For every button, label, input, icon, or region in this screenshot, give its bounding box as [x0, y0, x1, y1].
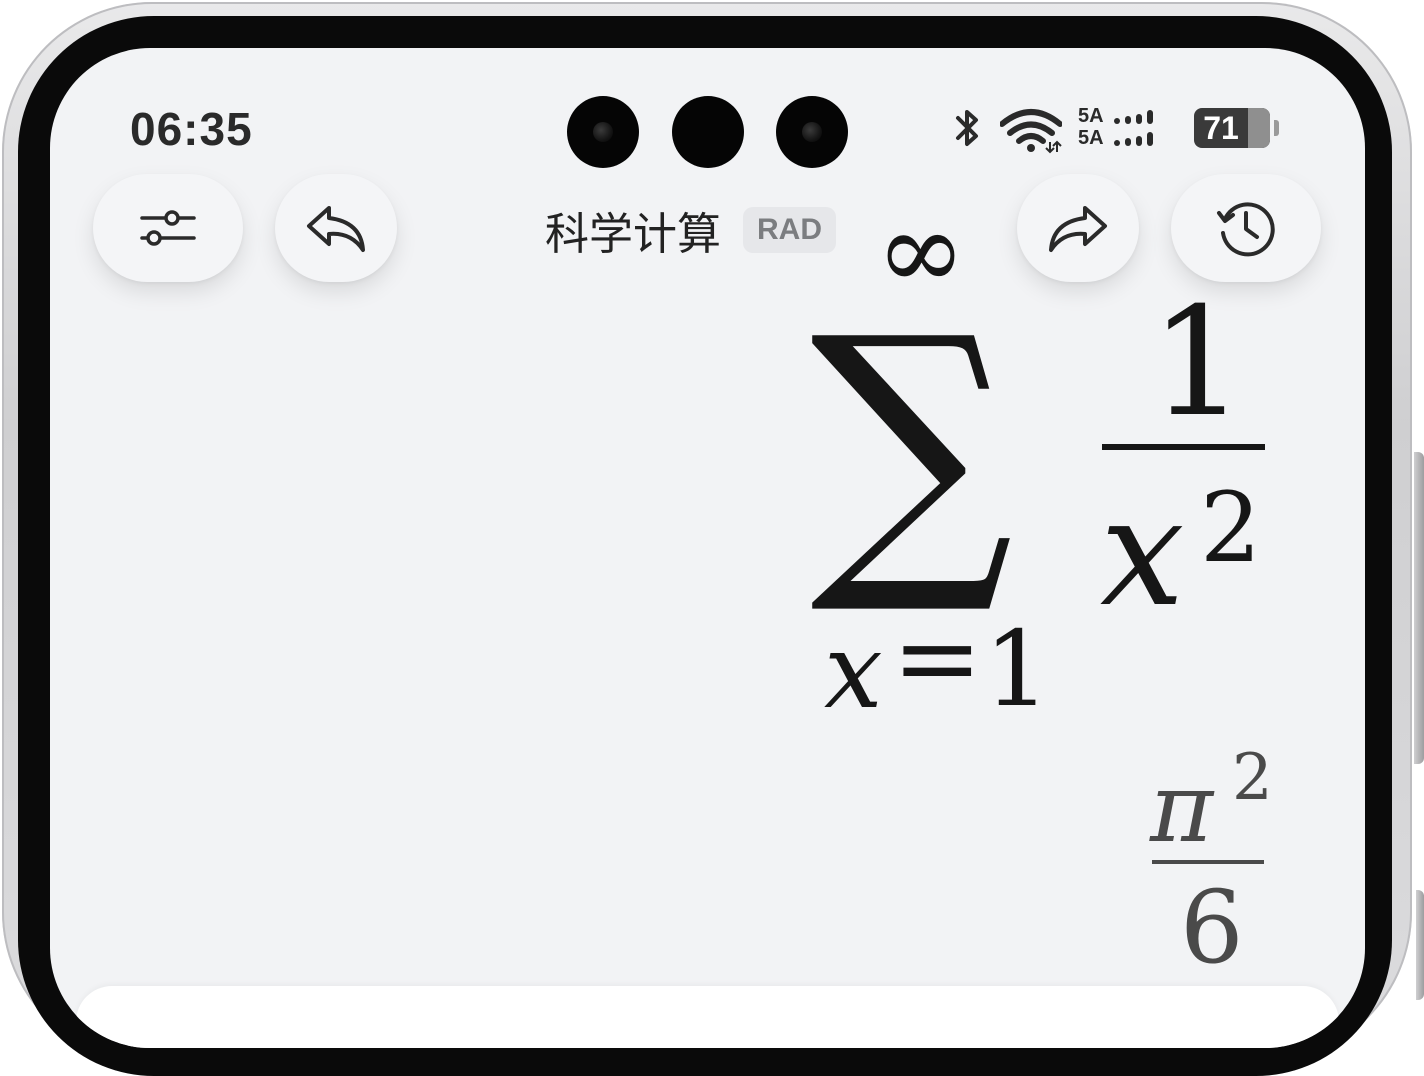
- undo-icon: [307, 206, 365, 252]
- page-title: 科学计算: [545, 209, 721, 260]
- battery-level: 71: [1203, 110, 1239, 146]
- keypad-panel: [76, 986, 1339, 1048]
- sum-lower-limit: 1: [984, 608, 1051, 730]
- battery-tip: [1274, 120, 1279, 136]
- fraction-denominator-exponent: 2: [1200, 472, 1262, 584]
- wifi-icon: [1000, 109, 1062, 154]
- camera-right: [776, 96, 848, 168]
- signal-label-1: 5A: [1078, 105, 1104, 127]
- angle-mode-badge[interactable]: RAD: [743, 207, 836, 253]
- status-time: 06:35: [130, 103, 253, 155]
- redo-button[interactable]: [1017, 174, 1139, 282]
- sum-symbol: ∑: [810, 273, 1014, 622]
- history-clock-icon: [1217, 202, 1275, 257]
- sum-index-equals: =: [892, 596, 983, 721]
- title-area: 科学计算 RAD: [545, 198, 836, 262]
- calculator-screen: 06:35 5A 5A 71 科学计算 RAD ∞ ∑ x = 1 1 x 2 …: [50, 48, 1365, 1048]
- result-numerator-base: π: [1150, 752, 1214, 864]
- sliders-icon: [140, 210, 196, 246]
- sum-index-variable: x: [824, 610, 883, 732]
- result-numerator-exponent: 2: [1232, 741, 1273, 815]
- signal-bars-icon: [1114, 110, 1153, 146]
- power-button: [1416, 890, 1424, 1000]
- redo-icon: [1049, 206, 1107, 252]
- undo-button[interactable]: [275, 174, 397, 282]
- settings-button[interactable]: [93, 174, 243, 282]
- battery-indicator: 71: [1194, 108, 1270, 148]
- cellular-signal: 5A 5A: [1078, 104, 1174, 154]
- bluetooth-icon: [956, 110, 978, 146]
- fraction-bar: [1102, 444, 1265, 450]
- fraction-numerator: 1: [1150, 276, 1246, 450]
- signal-label-2: 5A: [1078, 127, 1104, 149]
- result-fraction-bar: [1152, 860, 1264, 864]
- camera-center: [672, 96, 744, 168]
- history-button[interactable]: [1171, 174, 1321, 282]
- camera-left: [567, 96, 639, 168]
- result-denominator: 6: [1180, 869, 1244, 986]
- fraction-denominator-base: x: [1100, 466, 1185, 640]
- volume-button: [1414, 452, 1424, 764]
